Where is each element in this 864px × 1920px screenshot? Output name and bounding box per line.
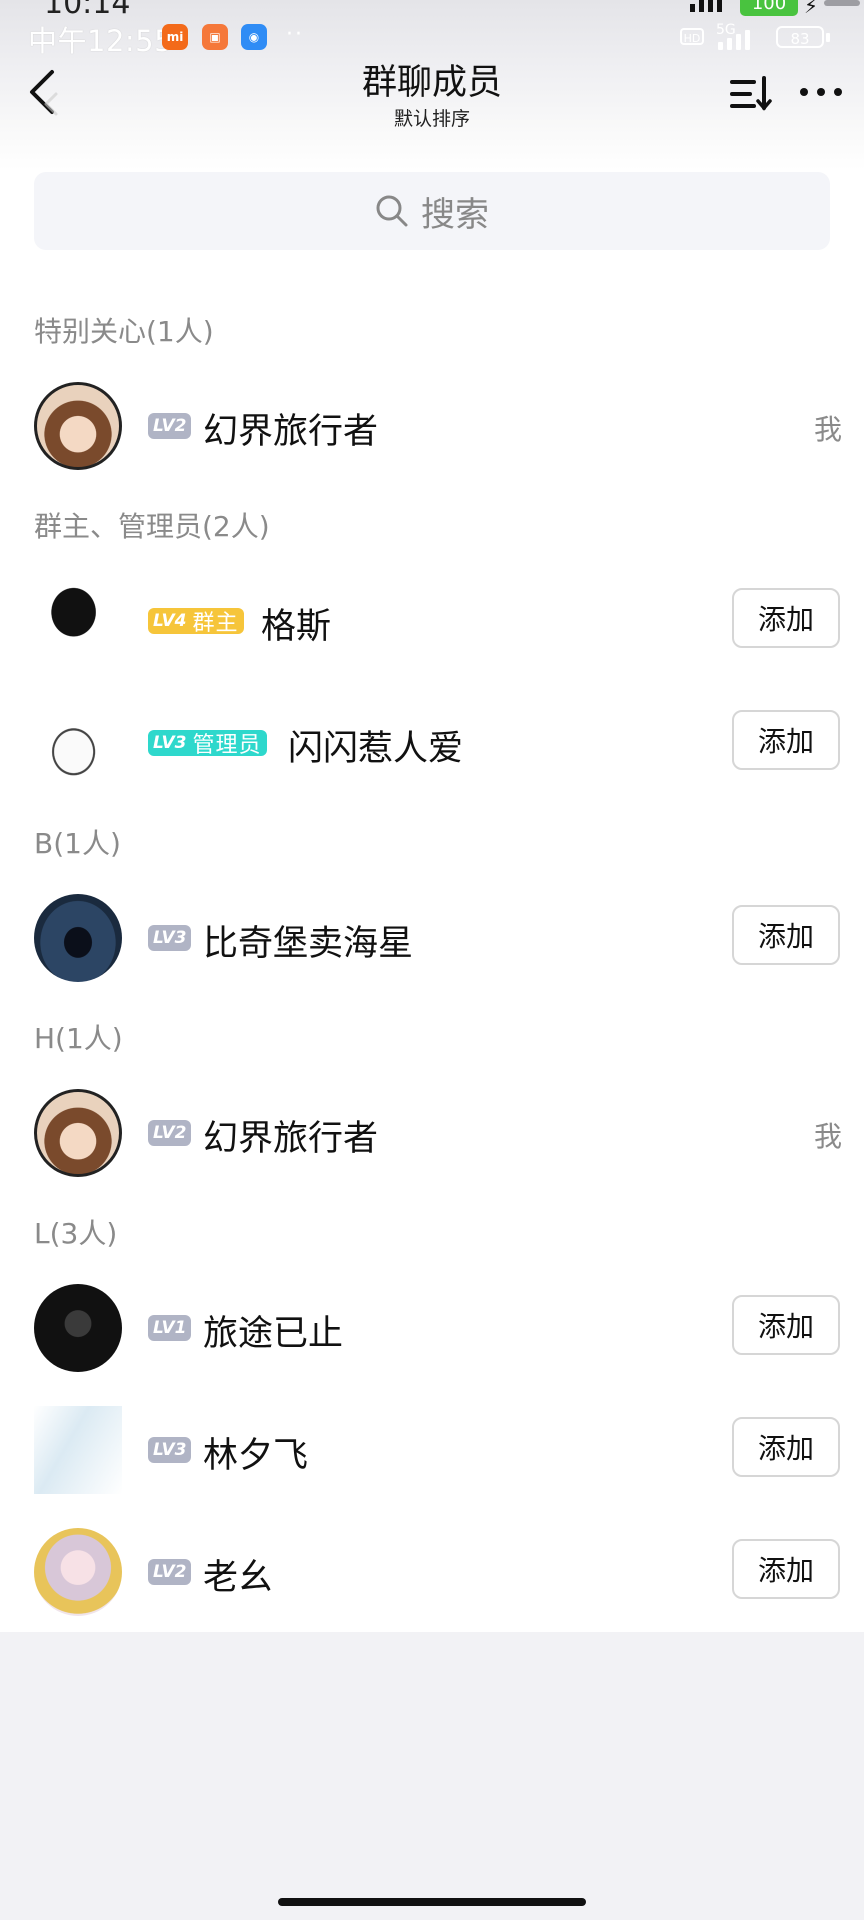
member-name: 旅途已止 <box>203 1314 344 1354</box>
battery-indicator: 83 <box>776 26 824 48</box>
search-placeholder: 搜索 <box>421 194 489 235</box>
member-row[interactable]: LV1 旅途已止 添加 <box>0 1272 864 1382</box>
section-header-admins: 群主、管理员(2人) <box>34 510 270 543</box>
add-friend-button[interactable]: 添加 <box>732 1539 840 1599</box>
add-friend-button[interactable]: 添加 <box>732 905 840 965</box>
mi-app-icon: mi <box>162 24 188 50</box>
level-badge: LV2 <box>148 1559 192 1585</box>
ghost-indicator <box>824 0 860 6</box>
message-app-icon: ◉ <box>241 24 267 50</box>
owner-role-label: 群主 <box>192 611 239 636</box>
level-badge: LV2 <box>148 413 192 439</box>
avatar <box>34 894 122 982</box>
section-header-special-care: 特别关心(1人) <box>34 315 214 348</box>
more-notifications-icon: ·· <box>286 22 304 47</box>
member-name: 林夕飞 <box>203 1436 309 1476</box>
sort-button[interactable] <box>730 74 776 114</box>
search-icon <box>376 195 408 227</box>
sort-icon <box>730 76 772 111</box>
member-name: 老幺 <box>203 1558 274 1598</box>
ghost-charging-icon: ⚡ <box>804 0 819 18</box>
add-friend-button[interactable]: 添加 <box>732 1417 840 1477</box>
avatar <box>34 1089 122 1177</box>
member-row[interactable]: LV2 老幺 添加 <box>0 1516 864 1626</box>
avatar <box>34 382 122 470</box>
member-row[interactable]: LV2 幻界旅行者 我 <box>0 1077 864 1187</box>
home-indicator[interactable] <box>278 1898 586 1906</box>
add-friend-button[interactable]: 添加 <box>732 1295 840 1355</box>
ghost-signal-icon <box>690 0 730 12</box>
self-label: 我 <box>813 413 842 446</box>
level-badge: LV4 群主 <box>148 608 244 636</box>
member-name: 比奇堡卖海星 <box>203 924 414 964</box>
level-badge: LV3 管理员 <box>148 730 267 758</box>
hd-icon: HD <box>680 28 704 45</box>
search-input[interactable]: 搜索 <box>34 172 830 250</box>
member-row[interactable]: LV4 群主 格斯 添加 <box>0 565 864 675</box>
section-header-l: L(3人) <box>34 1217 118 1250</box>
member-name: 格斯 <box>261 607 332 647</box>
member-name: 幻界旅行者 <box>203 412 379 452</box>
member-row[interactable]: LV3 林夕飞 添加 <box>0 1394 864 1504</box>
more-options-button[interactable] <box>798 84 844 104</box>
shop-app-icon: ▣ <box>202 24 228 50</box>
admin-role-label: 管理员 <box>192 733 262 758</box>
avatar <box>34 699 122 787</box>
more-dots-icon <box>800 88 842 96</box>
add-friend-button[interactable]: 添加 <box>732 710 840 770</box>
avatar <box>34 1406 122 1494</box>
avatar <box>34 1284 122 1372</box>
level-badge: LV1 <box>148 1315 192 1341</box>
ghost-battery: 100 <box>740 0 798 16</box>
member-name: 幻界旅行者 <box>203 1119 379 1159</box>
member-row[interactable]: LV3 比奇堡卖海星 添加 <box>0 882 864 992</box>
avatar <box>34 577 122 665</box>
level-badge: LV2 <box>148 1120 192 1146</box>
add-friend-button[interactable]: 添加 <box>732 588 840 648</box>
member-name: 闪闪惹人爱 <box>288 729 464 769</box>
self-label: 我 <box>813 1120 842 1153</box>
section-header-b: B(1人) <box>34 827 121 860</box>
battery-tip <box>826 33 830 42</box>
member-row[interactable]: LV2 幻界旅行者 我 <box>0 370 864 480</box>
avatar <box>34 1528 122 1616</box>
level-badge: LV3 <box>148 925 192 951</box>
section-header-h: H(1人) <box>34 1022 123 1055</box>
member-row[interactable]: LV3 管理员 闪闪惹人爱 添加 <box>0 687 864 797</box>
level-badge: LV3 <box>148 1437 192 1463</box>
signal-icon <box>718 28 768 50</box>
